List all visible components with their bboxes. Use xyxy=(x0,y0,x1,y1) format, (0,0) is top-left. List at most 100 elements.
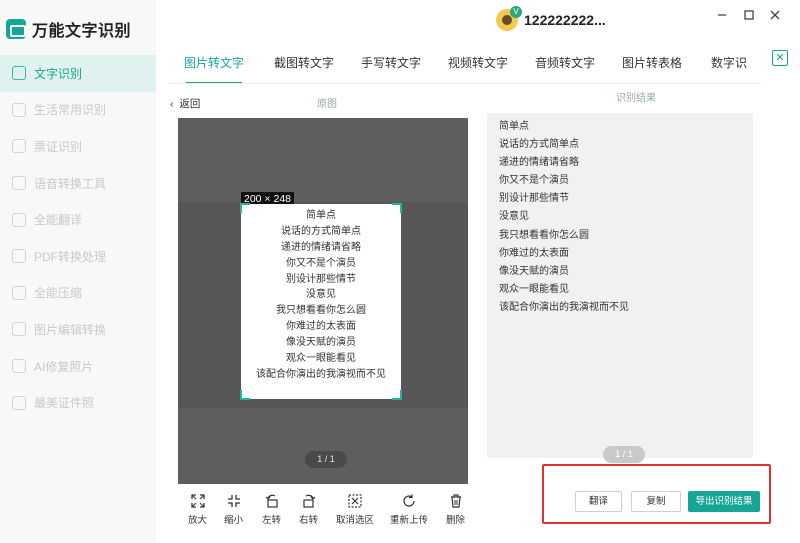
sidebar-item-label: 最美证件照 xyxy=(34,396,95,411)
tab-video-to-text[interactable]: 视频转文字 xyxy=(434,48,522,83)
minimize-icon[interactable] xyxy=(714,9,730,25)
sidebar: 万能文字识别 文字识别 生活常用识别 票证识别 语音转换工具 全能翻译 PDF转… xyxy=(0,0,156,543)
sidebar-item-voice-tools[interactable]: 语音转换工具 xyxy=(0,165,156,202)
sidebar-item-pdf[interactable]: PDF转换处理 xyxy=(0,238,156,275)
result-line: 该配合你演出的我演视而不见 xyxy=(499,301,629,313)
original-line: 别设计那些情节 xyxy=(286,273,356,285)
original-line: 该配合你演出的我演视而不见 xyxy=(256,368,386,380)
shrink-icon xyxy=(227,495,240,507)
sidebar-menu: 文字识别 生活常用识别 票证识别 语音转换工具 全能翻译 PDF转换处理 全能压… xyxy=(0,55,156,421)
result-line: 你又不是个演员 xyxy=(499,175,569,187)
crop-handle-bottom-right[interactable] xyxy=(392,390,402,400)
result-line: 递进的情绪请省略 xyxy=(499,157,579,169)
tool-label: 缩小 xyxy=(224,515,244,526)
result-line: 简单点 xyxy=(499,121,529,132)
tool-label: 取消选区 xyxy=(336,515,375,526)
deselect-icon xyxy=(348,494,362,508)
sidebar-item-label: 全能压缩 xyxy=(34,286,83,301)
close-tab-icon[interactable]: ✕ xyxy=(772,50,788,66)
image-edit-icon xyxy=(12,322,26,337)
rotate-right-button[interactable]: 右转 xyxy=(299,494,318,526)
translate-icon xyxy=(12,212,26,227)
delete-button[interactable]: 删除 xyxy=(446,494,465,526)
original-line: 我只想看看你怎么圆 xyxy=(276,305,366,317)
text-recognition-icon xyxy=(12,66,26,81)
sidebar-item-daily-recognition[interactable]: 生活常用识别 xyxy=(0,92,156,129)
result-text-area[interactable]: 简单点 说话的方式简单点 递进的情绪请省略 你又不是个演员 别设计那些情节 没意… xyxy=(487,113,753,458)
trash-icon xyxy=(450,494,461,508)
sidebar-item-ai-photo[interactable]: AI修复照片 xyxy=(0,348,156,385)
cancel-selection-button[interactable]: 取消选区 xyxy=(336,494,374,526)
feature-tabs: 图片转文字 截图转文字 手写转文字 视频转文字 音频转文字 图片转表格 数字识 xyxy=(168,48,762,84)
app-window: 万能文字识别 文字识别 生活常用识别 票证识别 语音转换工具 全能翻译 PDF转… xyxy=(0,0,800,543)
result-line: 像没天赋的演员 xyxy=(499,265,569,277)
sidebar-item-ticket-recognition[interactable]: 票证识别 xyxy=(0,128,156,165)
expand-icon xyxy=(190,494,205,508)
tab-audio-to-text[interactable]: 音频转文字 xyxy=(522,48,608,83)
close-icon[interactable] xyxy=(767,9,783,25)
crop-handle-top-left[interactable] xyxy=(240,203,250,213)
crop-handle-bottom-left[interactable] xyxy=(240,390,250,400)
sidebar-item-label: 语音转换工具 xyxy=(34,176,107,191)
original-image-panel: 200 × 248 简单点 说话的方式简单点 递进的情绪请省略 你又不是个演员 … xyxy=(178,118,468,484)
original-text-lines: 简单点 说话的方式简单点 递进的情绪请省略 你又不是个演员 别设计那些情节 没意… xyxy=(241,208,401,383)
original-line: 观众一眼能看见 xyxy=(286,353,356,365)
sidebar-item-image-edit[interactable]: 图片编辑转换 xyxy=(0,311,156,348)
tab-screenshot-to-text[interactable]: 截图转文字 xyxy=(260,48,348,83)
sidebar-item-label: 票证识别 xyxy=(34,139,83,154)
ticket-icon xyxy=(12,139,26,154)
original-label: 原图 xyxy=(317,99,337,110)
selection-region[interactable]: 简单点 说话的方式简单点 递进的情绪请省略 你又不是个演员 别设计那些情节 没意… xyxy=(240,203,402,400)
original-line: 你又不是个演员 xyxy=(286,257,356,269)
back-link[interactable]: ‹ 返回 xyxy=(170,96,200,111)
maximize-icon[interactable] xyxy=(741,9,757,25)
zoom-out-button[interactable]: 缩小 xyxy=(224,494,243,526)
translate-button[interactable]: 翻译 xyxy=(575,491,622,512)
result-line: 别设计那些情节 xyxy=(499,193,569,205)
result-line: 说话的方式简单点 xyxy=(499,139,579,151)
tool-label: 删除 xyxy=(446,515,466,526)
result-line: 我只想看看你怎么圆 xyxy=(499,229,589,241)
tab-handwriting-to-text[interactable]: 手写转文字 xyxy=(348,48,434,83)
sidebar-item-label: AI修复照片 xyxy=(34,359,94,374)
title-bar: V 122222222... xyxy=(156,0,800,44)
sidebar-item-label: 生活常用识别 xyxy=(34,103,107,118)
sidebar-item-text-recognition[interactable]: 文字识别 xyxy=(0,55,156,92)
app-name: 万能文字识别 xyxy=(32,23,132,40)
result-label: 识别结果 xyxy=(616,93,656,104)
rotate-right-icon xyxy=(302,494,315,508)
sidebar-item-compress[interactable]: 全能压缩 xyxy=(0,275,156,312)
export-results-button[interactable]: 导出识别结果 xyxy=(688,491,760,512)
original-line: 简单点 xyxy=(306,210,336,221)
sidebar-item-label: PDF转换处理 xyxy=(34,249,107,264)
id-photo-icon xyxy=(12,395,26,410)
app-logo-icon xyxy=(6,19,26,39)
original-line: 说话的方式简单点 xyxy=(281,225,361,237)
sidebar-item-translate[interactable]: 全能翻译 xyxy=(0,201,156,238)
compress-icon xyxy=(12,285,26,300)
tab-image-to-text[interactable]: 图片转文字 xyxy=(168,48,260,83)
brand: 万能文字识别 xyxy=(6,17,131,41)
crop-handle-top-right[interactable] xyxy=(392,203,402,213)
sidebar-item-id-photo[interactable]: 最美证件照 xyxy=(0,384,156,421)
user-profile[interactable]: V 122222222... xyxy=(496,6,606,31)
result-text-lines: 简单点 说话的方式简单点 递进的情绪请省略 你又不是个演员 别设计那些情节 没意… xyxy=(499,118,629,317)
pdf-icon xyxy=(12,249,26,264)
sidebar-item-label: 图片编辑转换 xyxy=(34,322,107,337)
tab-digital-recognition[interactable]: 数字识 xyxy=(696,48,762,83)
result-line: 观众一眼能看见 xyxy=(499,283,569,295)
scan-icon xyxy=(12,102,26,117)
rotate-left-button[interactable]: 左转 xyxy=(262,494,281,526)
original-line: 像没天赋的演员 xyxy=(286,337,356,349)
reupload-icon xyxy=(403,494,415,507)
copy-button[interactable]: 复制 xyxy=(631,491,681,512)
voice-icon xyxy=(12,176,26,191)
sidebar-item-label: 文字识别 xyxy=(34,66,83,81)
tool-label: 左转 xyxy=(262,515,282,526)
tab-image-to-table[interactable]: 图片转表格 xyxy=(608,48,696,83)
vip-badge: V xyxy=(510,6,522,18)
reupload-button[interactable]: 重新上传 xyxy=(390,494,428,526)
zoom-in-button[interactable]: 放大 xyxy=(188,494,207,526)
result-line: 你难过的太表面 xyxy=(499,247,569,259)
tool-label: 右转 xyxy=(299,515,319,526)
